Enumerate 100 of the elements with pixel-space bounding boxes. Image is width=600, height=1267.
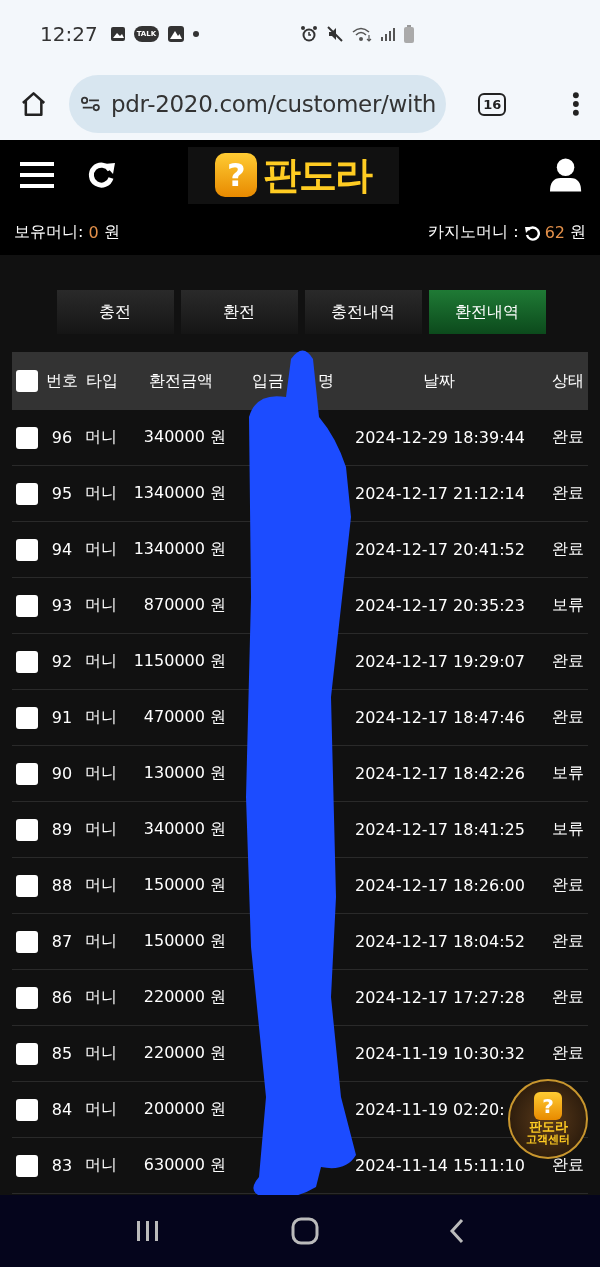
tab[interactable]: 충전내역 [304, 290, 422, 334]
table-cell-text: 83 [50, 1156, 74, 1175]
table-cell-text: 95 [50, 484, 74, 503]
gallery-icon [109, 26, 126, 42]
site-settings-icon[interactable] [81, 95, 101, 113]
badge-subtitle: 고객센터 [526, 1134, 570, 1147]
table-cell-text: 머니 [84, 539, 118, 560]
dot-icon [193, 31, 200, 37]
table-cell-text: 머니 [84, 931, 118, 952]
table-cell-text: 완료 [551, 1043, 585, 1064]
table-cell-text: 130000 원 [142, 763, 227, 784]
table-cell-text: 92 [50, 652, 74, 671]
table-cell-text: 완료 [551, 987, 585, 1008]
table-cell-text: 2024-12-17 17:27:28 [354, 988, 526, 1007]
refresh-icon[interactable] [523, 224, 540, 241]
checkbox[interactable] [16, 818, 38, 841]
menu-icon[interactable] [20, 161, 54, 189]
table-cell-text: 340000 원 [142, 819, 227, 840]
checkbox[interactable] [16, 426, 38, 449]
alarm-icon [300, 25, 318, 43]
table-cell-text: 1150000 원 [132, 651, 227, 672]
logo[interactable]: ? 판도라 [187, 146, 399, 204]
table-cell-text: 1340000 원 [132, 483, 227, 504]
checkbox[interactable] [16, 538, 38, 561]
checkbox[interactable] [16, 762, 38, 785]
table-cell-text: 완료 [551, 539, 585, 560]
checkbox[interactable] [16, 594, 38, 617]
table-cell-text: 머니 [84, 651, 118, 672]
mute-icon [326, 25, 344, 43]
user-icon[interactable] [548, 157, 582, 193]
more-icon[interactable] [572, 91, 580, 117]
table-cell-text: 보류 [551, 819, 585, 840]
table-cell-text: 630000 원 [142, 1155, 227, 1176]
table-cell-text: 머니 [84, 427, 118, 448]
column-header: 타입 [86, 370, 118, 390]
table-cell-text: 84 [50, 1100, 74, 1119]
table-cell-text: 90 [50, 764, 74, 783]
checkbox[interactable] [16, 706, 38, 729]
table-cell-text: 220000 원 [142, 1043, 227, 1064]
table-cell-text: 머니 [84, 987, 118, 1008]
table-cell-text: 87 [50, 932, 74, 951]
column-header: 환전금액 [149, 370, 213, 390]
table-cell-text: 2024-12-17 19:29:07 [354, 652, 526, 671]
table-cell-text: 완료 [551, 707, 585, 728]
balance-amount: 0 [88, 223, 99, 242]
tab[interactable]: 환전내역 [428, 290, 546, 334]
logo-mark: ? [215, 153, 258, 197]
table-cell-text: 2024-12-17 20:35:23 [354, 596, 526, 615]
checkbox[interactable] [16, 1154, 38, 1177]
column-header: 번호 [46, 370, 78, 390]
table-cell-text: 완료 [551, 875, 585, 896]
column-header: 입금 [252, 370, 284, 392]
back-icon[interactable] [449, 1218, 465, 1244]
tab-count-button[interactable]: 16 [478, 92, 507, 116]
clock-time: 12:27 [40, 22, 98, 46]
home-icon[interactable] [20, 90, 48, 118]
tab[interactable]: 환전 [180, 290, 298, 334]
currency-unit: 원 [570, 222, 586, 243]
table-cell-text: 머니 [84, 819, 118, 840]
checkbox[interactable] [16, 874, 38, 897]
checkbox[interactable] [16, 1042, 38, 1065]
checkbox[interactable] [16, 986, 38, 1009]
table-cell-text: 2024-12-17 20:41:52 [354, 540, 526, 559]
table-cell-text: 200000 원 [142, 1099, 227, 1120]
refresh-icon[interactable] [86, 160, 116, 190]
table-cell-text: 완료 [551, 651, 585, 672]
table-cell-text: 93 [50, 596, 74, 615]
table-cell-text: 2024-12-17 21:12:14 [354, 484, 526, 503]
table-cell-text: 96 [50, 428, 74, 447]
table-cell-text: 2024-11-14 15:11:10 [354, 1156, 526, 1175]
checkbox[interactable] [16, 650, 38, 673]
balance-label: 보유머니: [14, 222, 84, 243]
address-bar[interactable]: pdr-2020.com/customer/with [69, 75, 447, 133]
support-badge[interactable]: ? 판도라 고객센터 [508, 1079, 588, 1159]
table-cell-text: 머니 [84, 483, 118, 504]
table-cell-text: 2024-11-19 10:30:32 [354, 1044, 526, 1063]
table-cell-text: 2024-12-17 18:42:26 [354, 764, 526, 783]
table-cell-text: 870000 원 [142, 595, 227, 616]
table-cell-text: 1340000 원 [132, 539, 227, 560]
table-cell-text: 2024-12-17 18:41:25 [354, 820, 526, 839]
table-cell-text: 머니 [84, 1043, 118, 1064]
column-header: 날짜 [423, 370, 455, 390]
home-button-icon[interactable] [291, 1217, 319, 1245]
table-cell-text: 150000 원 [142, 931, 227, 952]
table-cell-text: 85 [50, 1044, 74, 1063]
mountain-icon [167, 25, 186, 43]
table-cell-text: 보류 [551, 763, 585, 784]
column-header: 명 [318, 370, 334, 392]
table-cell-text: 2024-11-19 02:20: [354, 1100, 506, 1119]
table-cell-text: 88 [50, 876, 74, 895]
checkbox[interactable] [16, 1098, 38, 1121]
checkbox[interactable] [16, 370, 38, 392]
table-cell-text: 완료 [551, 931, 585, 952]
currency-unit: 원 [103, 222, 120, 243]
checkbox[interactable] [16, 482, 38, 505]
recent-apps-icon[interactable] [135, 1219, 161, 1243]
table-cell-text: 완료 [551, 427, 585, 448]
tab[interactable]: 충전 [56, 290, 174, 334]
table-cell-text: 340000 원 [142, 427, 227, 448]
checkbox[interactable] [16, 930, 38, 953]
